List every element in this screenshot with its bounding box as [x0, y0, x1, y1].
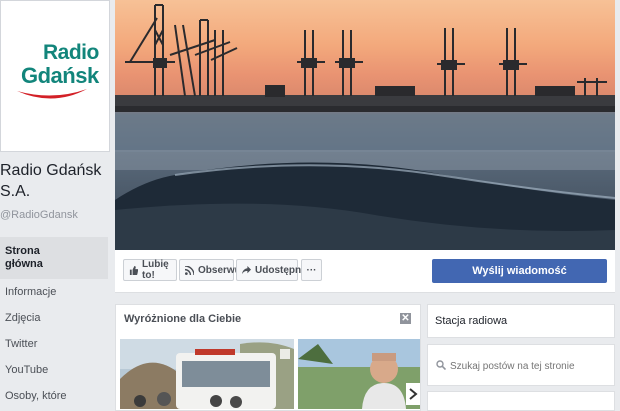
rss-icon — [185, 265, 194, 275]
nav-item-label: Osoby, które — [5, 390, 67, 402]
profile-picture[interactable]: Radio Gdańsk — [0, 0, 110, 152]
category-label: Stacja radiowa — [435, 315, 508, 327]
page-name[interactable]: Radio Gdańsk S.A. — [0, 160, 110, 202]
page-action-bar: Lubię to! Obserwuj Udostępnij ··· Wyślij… — [115, 250, 615, 293]
close-icon[interactable]: ✕ — [400, 313, 411, 324]
featured-title: Wyróżnione dla Ciebie — [124, 313, 242, 325]
share-label: Udostępnij — [255, 264, 307, 276]
bus-photo-image — [120, 339, 294, 409]
featured-section: Wyróżnione dla Ciebie ✕ — [115, 304, 421, 411]
logo-swoosh-icon — [17, 89, 87, 99]
cover-photo[interactable] — [115, 0, 615, 250]
featured-thumbnail-2[interactable] — [298, 339, 420, 409]
portrait-photo-image — [298, 339, 420, 409]
like-label: Lubię to! — [142, 259, 169, 281]
nav-item-info[interactable]: Informacje — [0, 279, 108, 305]
send-message-button[interactable]: Wyślij wiadomość — [432, 259, 607, 283]
nav-item-label: Informacje — [5, 286, 57, 298]
nav-item-home[interactable]: Strona główna — [0, 237, 108, 279]
port-cranes-image — [115, 4, 615, 250]
more-options-button[interactable]: ··· — [301, 259, 322, 281]
thumbs-up-icon — [129, 265, 138, 275]
page-category[interactable]: Stacja radiowa — [427, 304, 615, 338]
search-icon — [436, 360, 446, 370]
search-input[interactable] — [450, 358, 608, 374]
page-search-box — [427, 344, 615, 386]
more-options-icon: ··· — [306, 264, 317, 276]
page-handle[interactable]: @RadioGdansk — [0, 209, 78, 221]
nav-item-people[interactable]: Osoby, które — [0, 383, 108, 409]
nav-item-youtube[interactable]: YouTube — [0, 357, 108, 383]
right-column-card — [427, 391, 615, 411]
nav-item-label: Zdjęcia — [5, 312, 41, 324]
nav-item-label: YouTube — [5, 364, 49, 376]
nav-item-photos[interactable]: Zdjęcia — [0, 305, 108, 331]
radio-gdansk-logo: Radio Gdańsk — [13, 41, 99, 113]
featured-thumbnail-1[interactable] — [120, 339, 294, 409]
share-button[interactable]: Udostępnij — [236, 259, 307, 281]
follow-button[interactable]: Obserwuj — [179, 259, 244, 281]
left-navigation: Strona główna Informacje Zdjęcia Twitter… — [0, 237, 108, 409]
share-arrow-icon — [242, 265, 251, 274]
like-button[interactable]: Lubię to! — [123, 259, 177, 281]
nav-item-twitter[interactable]: Twitter — [0, 331, 108, 357]
nav-item-label: Twitter — [5, 338, 38, 350]
nav-item-label: Strona główna — [5, 245, 43, 270]
